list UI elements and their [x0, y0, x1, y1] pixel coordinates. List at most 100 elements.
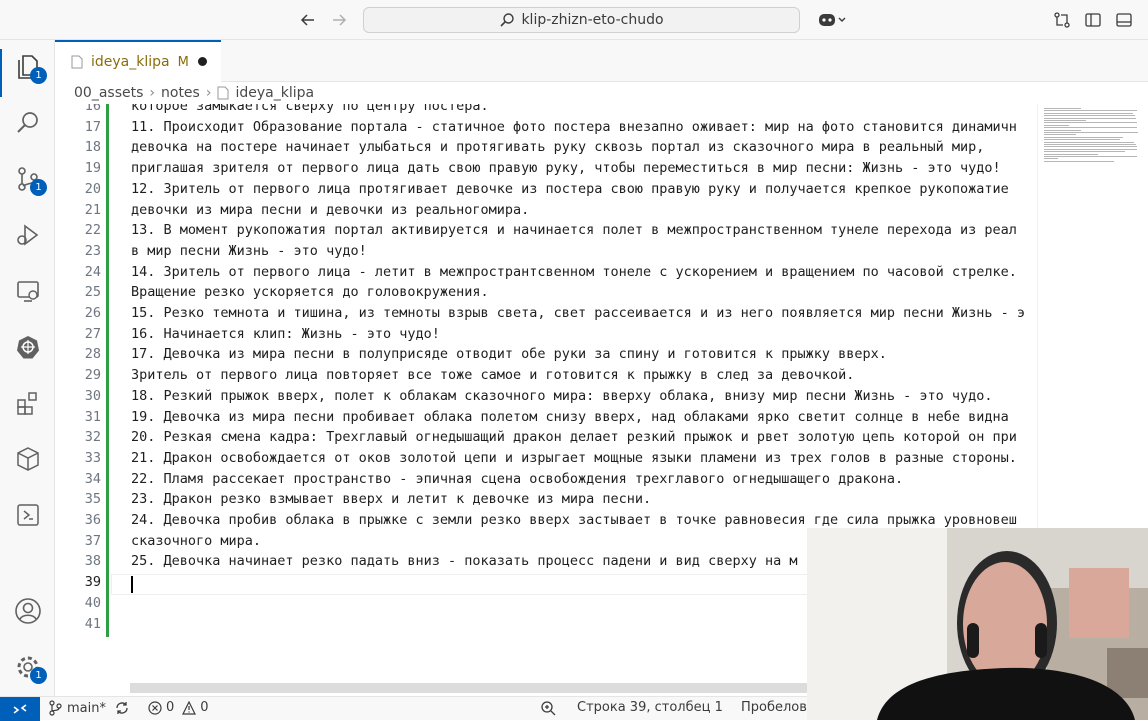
minimap-line: [1044, 144, 1136, 145]
tab-label: ideya_klipa: [91, 54, 170, 70]
code-text: 25. Девочка начинает резко падать вниз -…: [131, 553, 798, 570]
back-arrow-icon[interactable]: [296, 8, 320, 32]
code-text: 13. В момент рукопожатия портал активиру…: [131, 222, 1017, 239]
run-debug-icon[interactable]: [13, 220, 43, 250]
minimap-line: [1044, 146, 1137, 148]
line-number: 38: [84, 553, 101, 570]
line-number: 29: [84, 367, 101, 384]
chevron-right-icon: ›: [149, 85, 155, 101]
code-text: 14. Зритель от первого лица - летит в ме…: [131, 263, 1017, 280]
code-line: 34 22. Пламя рассекает пространство - эпи…: [55, 469, 1037, 490]
minimap-line: [1044, 136, 1123, 138]
code-text: Зритель от первого лица повторяет все то…: [131, 367, 855, 384]
kubernetes-icon[interactable]: [13, 332, 43, 362]
minimap-line: [1044, 160, 1114, 162]
horizontal-scrollbar[interactable]: [130, 683, 810, 693]
code-line: 21 девочки из мира песни и девочки из реа…: [55, 200, 1037, 221]
code-text: 16. Начинается клип: Жизнь - это чудо!: [131, 325, 440, 342]
line-number: 33: [84, 449, 101, 466]
code-text: девочки из мира песни и девочки из реаль…: [131, 201, 530, 218]
branch-name: main*: [67, 700, 106, 716]
settings-gear-icon[interactable]: 1: [13, 652, 47, 684]
search-icon[interactable]: [13, 108, 43, 138]
breadcrumb-item-assets[interactable]: 00_assets: [74, 85, 143, 101]
line-number: 17: [84, 118, 101, 135]
code-text: которое замыкается сверху по центру пост…: [131, 104, 489, 114]
code-text: 11. Происходит Образование портала - ста…: [131, 118, 1017, 135]
code-line: 28 17. Девочка из мира песни в полуприсяд…: [55, 344, 1037, 365]
webcam-person-image: [807, 528, 1148, 720]
unsaved-dot-icon[interactable]: [198, 57, 207, 66]
breadcrumb-item-file[interactable]: ideya_klipa: [235, 85, 314, 101]
code-line: 22 13. В момент рукопожатия портал активи…: [55, 220, 1037, 241]
warning-count: 0: [200, 700, 209, 715]
minimap-line: [1044, 115, 1135, 117]
breadcrumb: 00_assets › notes › ideya_klipa: [55, 82, 1148, 104]
minimap-line: [1044, 134, 1076, 136]
toggle-sidebar-icon[interactable]: [1081, 8, 1105, 32]
code-text: Вращение резко ускоряется до головокруже…: [131, 284, 489, 301]
sync-icon[interactable]: [114, 700, 130, 716]
minimap-line: [1044, 132, 1138, 133]
forward-arrow-icon[interactable]: [327, 8, 351, 32]
branch-status[interactable]: main*: [48, 700, 130, 716]
code-text: 12. Зритель от первого лица протягивает …: [131, 180, 1009, 197]
git-branch-icon: [49, 700, 62, 716]
line-number: 22: [84, 222, 101, 239]
line-number: 32: [84, 429, 101, 446]
remote-icon: [13, 704, 27, 714]
line-number: 25: [84, 284, 101, 301]
extensions-icon[interactable]: [13, 388, 43, 418]
command-center-search[interactable]: klip-zhizn-eto-chudo: [363, 7, 800, 33]
zoom-icon[interactable]: [540, 700, 556, 716]
active-indicator: [0, 49, 2, 97]
tab-ideya-klipa[interactable]: ideya_klipa M: [55, 40, 221, 82]
deploy-icon[interactable]: [13, 500, 43, 530]
warning-icon: [182, 700, 197, 715]
line-number: 20: [84, 180, 101, 197]
code-text: 20. Резкая смена кадра: Трехглавый огнед…: [131, 429, 1017, 446]
explorer-badge: 1: [30, 67, 47, 84]
webcam-overlay: [807, 528, 1148, 720]
compare-icon[interactable]: [1050, 8, 1074, 32]
settings-badge: 1: [30, 667, 47, 684]
line-number: 41: [84, 615, 101, 632]
package-icon[interactable]: [13, 444, 43, 474]
code-line: 35 23. Дракон резко взмывает вверх и лети…: [55, 489, 1037, 510]
code-line: 20 12. Зритель от первого лица протягивае…: [55, 179, 1037, 200]
line-number: 39: [84, 574, 101, 591]
code-line: 18 девочка на постере начинает улыбаться …: [55, 137, 1037, 158]
line-number: 34: [84, 470, 101, 487]
indentation-status[interactable]: Пробелов: [741, 700, 807, 715]
line-number: 16: [84, 104, 101, 114]
source-control-icon[interactable]: 1: [13, 164, 47, 196]
code-text: девочка на постере начинает улыбаться и …: [131, 139, 985, 156]
minimap-line: [1044, 153, 1098, 155]
toggle-panel-icon[interactable]: [1112, 8, 1136, 32]
minimap-line: [1044, 139, 1120, 141]
minimap-line: [1044, 141, 1134, 143]
line-number: 21: [84, 201, 101, 218]
code-text: сказочного мира.: [131, 532, 262, 549]
minimap-line: [1044, 117, 1136, 119]
breadcrumb-item-notes[interactable]: notes: [161, 85, 200, 101]
problems-status[interactable]: 0 0: [148, 700, 209, 715]
code-text: 18. Резкий прыжок вверх, полет к облакам…: [131, 387, 993, 404]
account-icon[interactable]: [13, 596, 43, 626]
search-icon: [500, 13, 515, 27]
code-line: 17 11. Происходит Образование портала - с…: [55, 117, 1037, 138]
cursor-position[interactable]: Строка 39, столбец 1: [577, 700, 723, 715]
remote-indicator[interactable]: [0, 697, 40, 721]
minimap-line: [1044, 124, 1069, 126]
code-text: приглашая зрителя от первого лица дать с…: [131, 160, 1001, 177]
explorer-icon[interactable]: 1: [13, 52, 47, 84]
copilot-icon[interactable]: [814, 8, 850, 32]
error-icon: [148, 700, 162, 715]
code-line: 32 20. Резкая смена кадра: Трехглавый огн…: [55, 427, 1037, 448]
code-line: 31 19. Девочка из мира песни пробивает об…: [55, 407, 1037, 428]
line-number: 40: [84, 594, 101, 611]
minimap-line: [1044, 151, 1125, 153]
line-number: 26: [84, 305, 101, 321]
remote-explorer-icon[interactable]: [13, 276, 43, 306]
code-line: 24 14. Зритель от первого лица - летит в …: [55, 262, 1037, 283]
